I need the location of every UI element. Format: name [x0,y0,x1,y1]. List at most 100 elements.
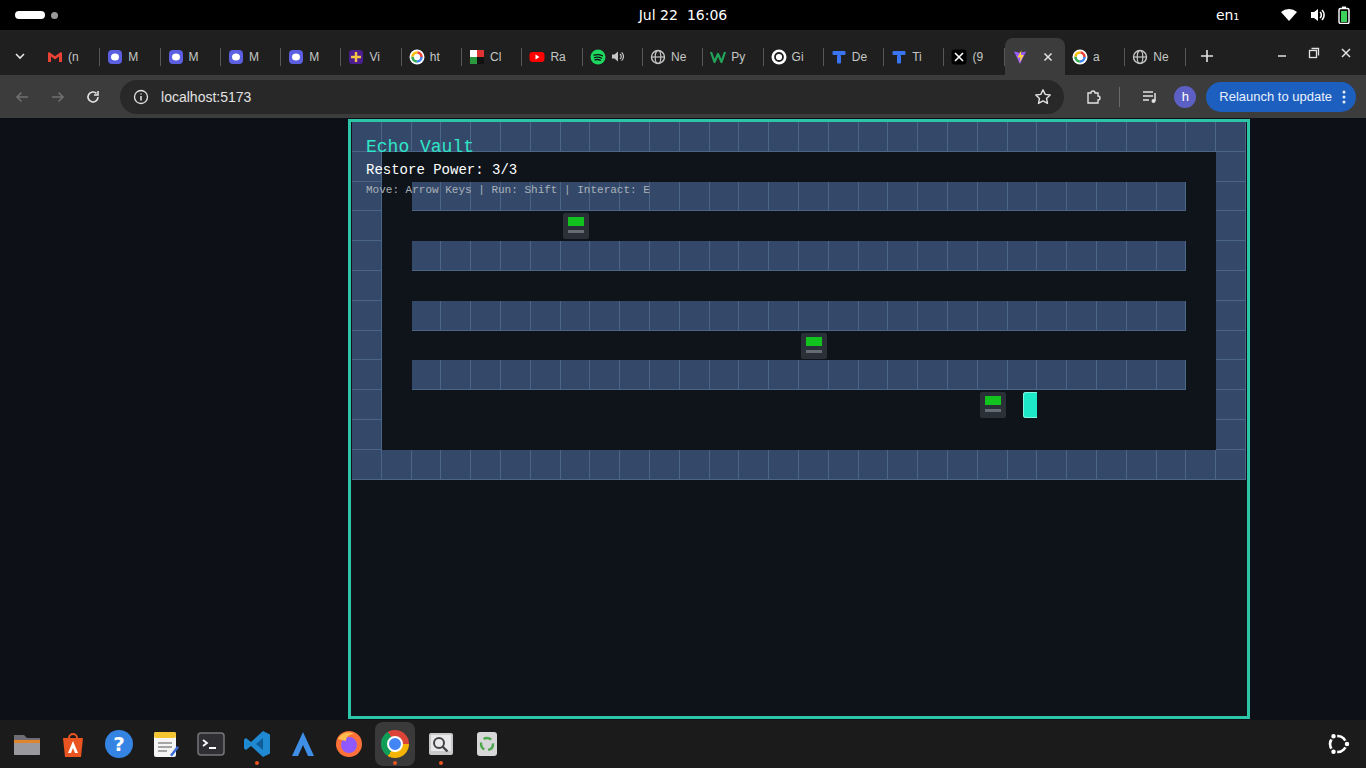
media-controls-button[interactable] [1133,80,1167,114]
back-button[interactable] [4,79,40,115]
wall-tile [1216,420,1246,450]
wall-tile [1008,241,1038,271]
files-launcher[interactable] [7,722,47,766]
browser-tab[interactable]: Ne [643,38,703,75]
floor-tile [769,331,799,361]
wall-tile [918,122,948,152]
arrow-launcher[interactable] [283,722,323,766]
browser-tab[interactable]: M [100,38,160,75]
wall-tile [352,420,382,450]
trash-launcher[interactable] [467,722,507,766]
power-terminal[interactable] [801,333,827,359]
tab-title: (9 [972,50,983,64]
floor-tile [1008,420,1038,450]
speaker-icon[interactable] [611,50,624,63]
clock-time: 16:06 [687,7,727,23]
star-icon[interactable] [1034,88,1052,106]
wall-tile [680,450,710,480]
wall-tile [710,301,740,331]
wall-tile [650,301,680,331]
browser-tab[interactable]: De [824,38,884,75]
extensions-button[interactable] [1077,80,1111,114]
browser-tab[interactable]: Vi [341,38,401,75]
browser-tab[interactable]: (9 [944,38,1004,75]
text-editor-launcher[interactable] [145,722,185,766]
volume-icon[interactable] [1309,7,1327,23]
browser-tab[interactable]: M [161,38,221,75]
floor-tile [382,301,412,331]
close-window-button[interactable] [1334,41,1358,65]
firefox-launcher[interactable] [329,722,369,766]
spark-icon [348,49,364,65]
browser-tab[interactable]: Py [703,38,763,75]
terminal-screen [568,217,584,226]
floor-tile [948,390,978,420]
app-center-launcher[interactable] [53,722,93,766]
controls-hint: Move: Arrow Keys | Run: Shift | Interact… [366,183,650,197]
battery-icon[interactable] [1338,6,1350,24]
floor-tile [859,420,889,450]
browser-tab[interactable]: a [1065,38,1125,75]
forward-button[interactable] [40,79,76,115]
game-canvas[interactable]: Echo VaultRestore Power: 3/3Move: Arrow … [348,119,1250,719]
floor-tile [799,271,829,301]
power-terminal[interactable] [980,392,1006,418]
image-viewer-launcher[interactable] [421,722,461,766]
browser-tab[interactable]: (n [40,38,100,75]
keyboard-layout[interactable]: en₁ [1216,7,1239,23]
power-terminal[interactable] [563,213,589,239]
floor-tile [978,331,1008,361]
system-tray[interactable]: en₁ [727,6,1366,24]
floor-tile [948,211,978,241]
terminal-launcher[interactable] [191,722,231,766]
wall-tile [859,122,889,152]
close-tab-icon[interactable] [1043,52,1053,62]
clock[interactable]: Jul 2216:06 [639,7,728,23]
chrome-launcher[interactable] [375,722,415,766]
activities-indicator[interactable] [0,11,639,19]
wall-tile [769,450,799,480]
tab-search-button[interactable] [0,37,40,75]
wall-tile [1067,450,1097,480]
vscode-launcher[interactable] [237,722,277,766]
help-launcher[interactable]: ? [99,722,139,766]
floor-tile [382,390,412,420]
browser-tab[interactable]: Ti [884,38,944,75]
minimize-button[interactable] [1270,41,1294,65]
wall-tile [441,301,471,331]
profile-button[interactable]: h [1174,86,1196,108]
browser-tab[interactable]: Ne [1125,38,1185,75]
floor-tile [1067,271,1097,301]
info-icon[interactable] [133,89,149,105]
show-apps-button[interactable] [1318,722,1358,766]
relaunch-button[interactable]: Relaunch to update [1206,82,1356,112]
address-text[interactable]: localhost:5173 [161,89,251,105]
floor-tile [412,271,442,301]
floor-tile [978,271,1008,301]
new-tab-button[interactable] [1190,37,1224,75]
browser-tab[interactable]: Gi [764,38,824,75]
kebab-menu-icon [1342,90,1346,104]
wifi-icon[interactable] [1280,7,1298,23]
browser-tab[interactable]: Cl [462,38,522,75]
browser-tab[interactable] [1005,38,1065,75]
browser-tab[interactable] [583,38,643,75]
wall-tile [1037,122,1067,152]
wall-tile [352,360,382,390]
floor-tile [918,152,948,182]
browser-tab[interactable]: ht [402,38,462,75]
maximize-button[interactable] [1302,41,1326,65]
browser-tab[interactable]: Ra [522,38,582,75]
browser-tab[interactable]: M [281,38,341,75]
tab-separator [280,48,281,66]
browser-tab[interactable]: M [221,38,281,75]
address-bar[interactable]: localhost:5173 [120,80,1064,114]
floor-tile [680,390,710,420]
wall-tile [1216,331,1246,361]
running-indicator [393,761,397,765]
floor-tile [978,211,1008,241]
terminal-screen [985,396,1001,405]
arrow-left-icon [14,89,30,105]
reload-button[interactable] [75,79,111,115]
floor-tile [531,420,561,450]
